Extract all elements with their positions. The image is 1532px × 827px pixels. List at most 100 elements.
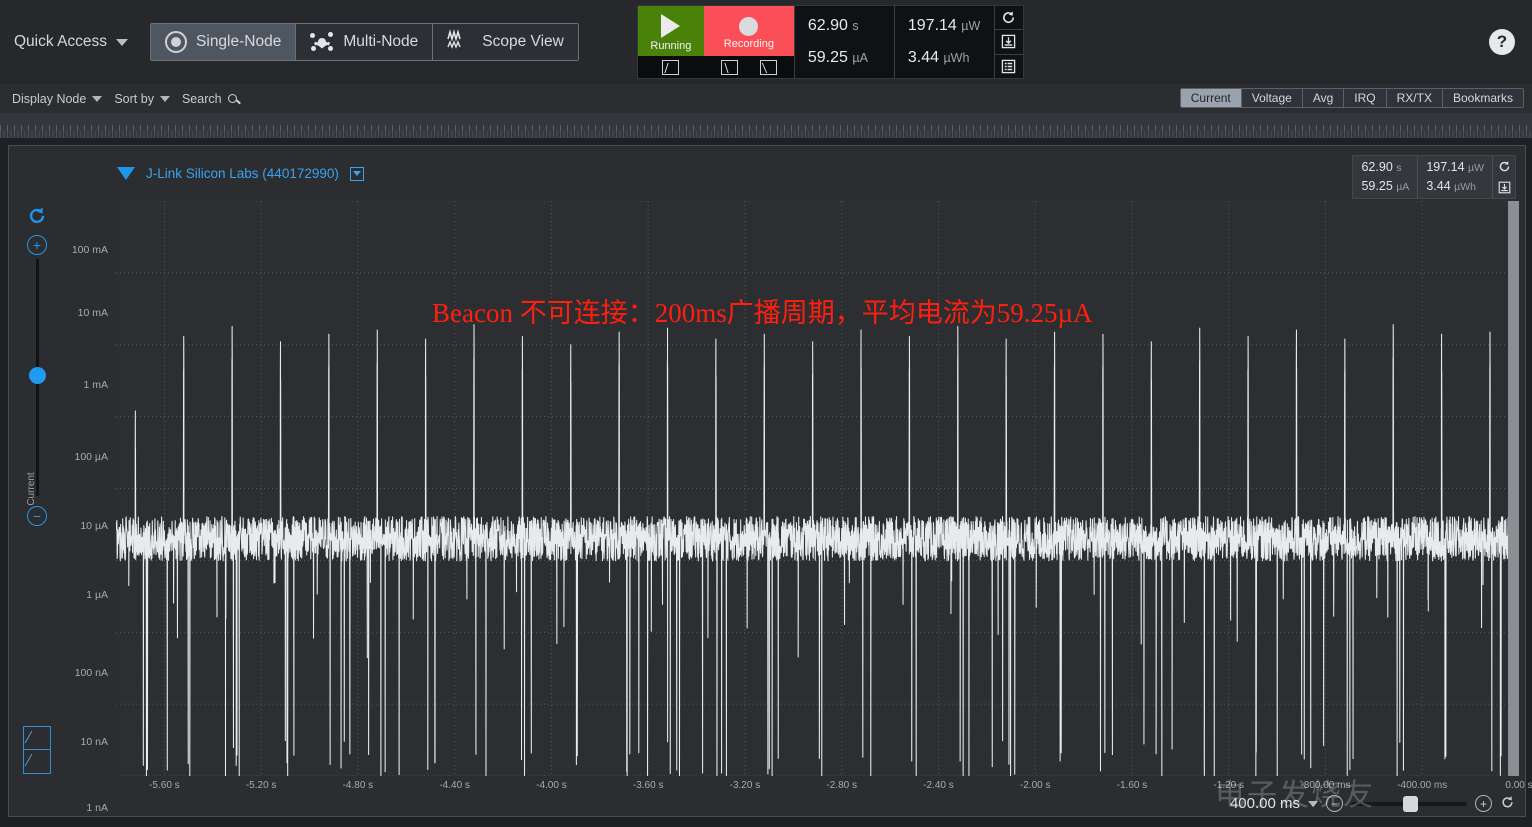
plot-scrollbar[interactable]: [1508, 201, 1519, 776]
x-tick-label: -400.00 ms: [1397, 780, 1447, 791]
trigger-level-icon[interactable]: [721, 60, 738, 75]
horizontal-zoom-control: 400.00 ms − +: [1230, 795, 1515, 812]
y-axis: Current 100 mA 10 mA 1 mA 100 µA 10 µA 1…: [9, 201, 116, 776]
run-trigger-button[interactable]: [638, 56, 704, 78]
zoom-window-value: 400.00 ms: [1230, 795, 1300, 812]
timeline-ruler[interactable]: [0, 113, 1532, 138]
stats-power-value: 197.14: [1426, 160, 1464, 174]
stats-power-energy: 197.14 µW 3.44 µWh: [1418, 156, 1493, 198]
display-node-label: Display Node: [12, 92, 86, 106]
reset-icon[interactable]: [1493, 156, 1515, 177]
tab-irq[interactable]: IRQ: [1344, 89, 1386, 107]
zoom-slider-thumb[interactable]: [1403, 796, 1418, 812]
running-button[interactable]: Running: [638, 6, 704, 56]
zoom-slider-track[interactable]: [1351, 802, 1467, 806]
stats-energy-row: 3.44 µWh: [1426, 177, 1484, 196]
elapsed-value: 62.90: [808, 17, 848, 34]
stats-current-row: 59.25 µA: [1361, 177, 1409, 196]
current-trace: [116, 325, 1519, 776]
trigger-falling-icon[interactable]: [760, 60, 777, 75]
x-tick-label: -3.20 s: [730, 780, 761, 791]
record-icon: [739, 17, 758, 36]
search-control[interactable]: Search: [182, 92, 237, 106]
scope-view-icon: [447, 29, 473, 56]
chevron-down-icon: [116, 39, 128, 46]
zoom-out-button[interactable]: −: [1326, 795, 1343, 812]
x-tick-label: -4.80 s: [343, 780, 374, 791]
transport-icon-column: [994, 6, 1023, 78]
export-icon[interactable]: [995, 30, 1023, 54]
node-label: J-Link Silicon Labs (440172990): [146, 166, 339, 181]
power-unit: µW: [961, 19, 980, 33]
trigger-rising-icon: [662, 60, 679, 75]
top-toolbar: Quick Access Single-Node Multi-Node Scop…: [0, 0, 1532, 84]
y-tick-label: 1 nA: [86, 802, 108, 814]
power-value: 197.14: [908, 17, 957, 34]
view-mode-multi-node[interactable]: Multi-Node: [296, 24, 433, 60]
energy-unit: µWh: [943, 51, 969, 65]
tab-avg[interactable]: Avg: [1303, 89, 1344, 107]
x-tick-label: -2.00 s: [1020, 780, 1051, 791]
display-node-dropdown[interactable]: Display Node: [12, 92, 102, 106]
export-icon[interactable]: [1493, 177, 1515, 198]
y-tick-label: 1 µA: [86, 589, 108, 601]
transport-cluster: Running Recording 62.90 s 59.25 µ: [637, 5, 1024, 79]
stats-current-unit: µA: [1396, 181, 1409, 193]
sort-by-label: Sort by: [114, 92, 154, 106]
list-icon[interactable]: [995, 55, 1023, 78]
view-mode-group: Single-Node Multi-Node Scope View: [150, 23, 579, 61]
stats-energy-value: 3.44: [1426, 179, 1450, 193]
node-options-icon[interactable]: [350, 167, 364, 181]
run-column: Running: [638, 6, 704, 78]
power-energy-readout: 197.14 µW 3.44 µWh: [894, 6, 994, 78]
node-row[interactable]: J-Link Silicon Labs (440172990): [117, 166, 364, 181]
energy-readout: 3.44 µWh: [908, 42, 981, 74]
quick-access-menu[interactable]: Quick Access: [14, 33, 128, 51]
view-mode-scope-view[interactable]: Scope View: [433, 24, 578, 60]
view-mode-single-node[interactable]: Single-Node: [151, 24, 296, 60]
chevron-down-icon[interactable]: [1308, 801, 1318, 807]
y-axis-title: Current: [26, 472, 37, 505]
stats-icon-column: [1493, 156, 1515, 198]
chart-stats-box: 62.90 s 59.25 µA 197.14 µW 3.44 µWh: [1352, 155, 1516, 199]
tab-voltage[interactable]: Voltage: [1242, 89, 1303, 107]
filter-bar: Display Node Sort by Search Current Volt…: [0, 84, 1532, 113]
search-icon: [228, 94, 237, 103]
reset-icon[interactable]: [995, 6, 1023, 30]
y-tick-label: 100 nA: [75, 667, 108, 679]
chart-panel: J-Link Silicon Labs (440172990) 62.90 s …: [8, 145, 1526, 817]
tab-bookmarks[interactable]: Bookmarks: [1443, 89, 1523, 107]
sort-by-dropdown[interactable]: Sort by: [114, 92, 170, 106]
current-value: 59.25: [808, 49, 848, 66]
stats-power-unit: µW: [1468, 162, 1484, 174]
search-label: Search: [182, 92, 222, 106]
collapse-triangle-icon[interactable]: [117, 167, 135, 180]
recording-button[interactable]: Recording: [704, 6, 794, 56]
chart-header: J-Link Silicon Labs (440172990) 62.90 s …: [9, 146, 1525, 201]
quick-access-label: Quick Access: [14, 33, 107, 51]
x-tick-label: -4.40 s: [439, 780, 470, 791]
view-mode-single-node-label: Single-Node: [196, 33, 281, 51]
chevron-down-icon: [92, 96, 102, 102]
running-label: Running: [650, 40, 691, 52]
tab-current[interactable]: Current: [1181, 89, 1242, 107]
elapsed-readout: 62.90 s: [808, 10, 881, 42]
y-tick-label: 100 mA: [72, 244, 108, 256]
plot-svg: [116, 201, 1519, 776]
y-tick-label: 100 µA: [75, 451, 109, 463]
zoom-reset-icon[interactable]: [1500, 795, 1515, 812]
record-column: Recording: [704, 6, 794, 78]
multi-node-icon: [310, 31, 334, 53]
x-tick-label: -4.00 s: [536, 780, 567, 791]
stats-current-value: 59.25: [1361, 179, 1392, 193]
ruler-minor-ticks: [0, 131, 1532, 138]
annotation-text: Beacon 不可连接：200ms广播周期，平均电流为59.25µA: [432, 291, 1093, 330]
recording-label: Recording: [724, 38, 774, 50]
zoom-in-button[interactable]: +: [1475, 795, 1492, 812]
tab-rxtx[interactable]: RX/TX: [1387, 89, 1443, 107]
stats-power-row: 197.14 µW: [1426, 158, 1484, 177]
x-tick-label: -800.00 ms: [1300, 780, 1350, 791]
current-plot[interactable]: [116, 201, 1519, 776]
help-icon[interactable]: ?: [1489, 29, 1515, 55]
single-node-icon: [165, 31, 187, 53]
